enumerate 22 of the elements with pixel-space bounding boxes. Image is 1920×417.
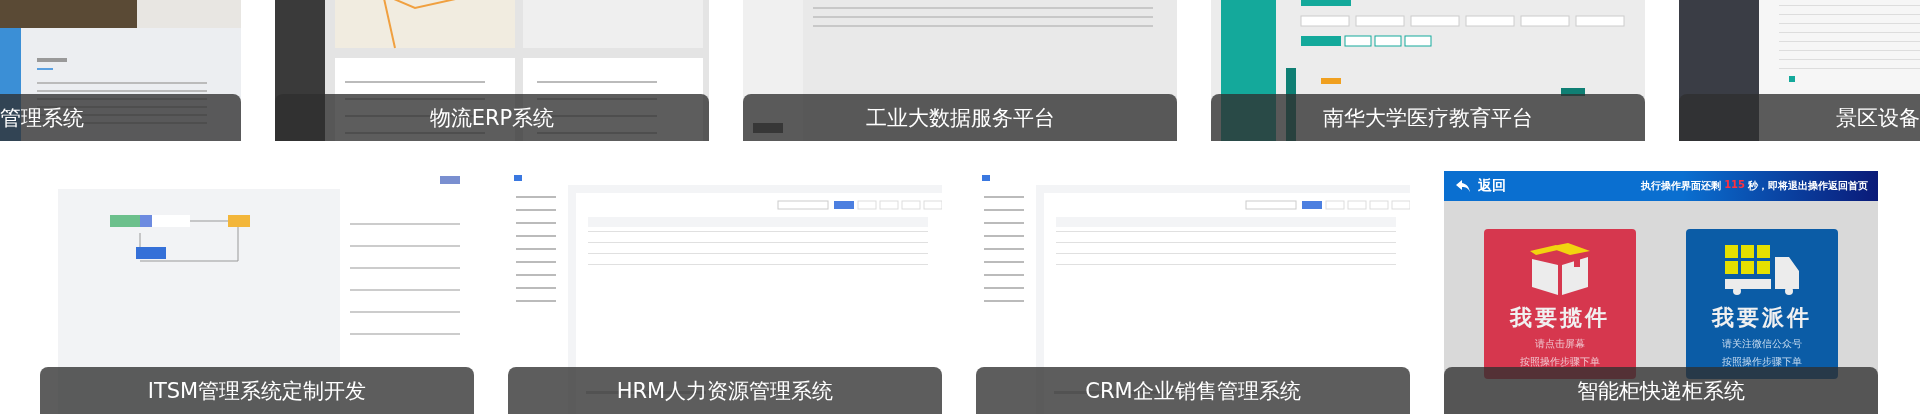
back-arrow-icon bbox=[1456, 180, 1470, 192]
tile-hint: 按照操作步骤下单 bbox=[1722, 355, 1802, 369]
timer-text: 秒，即将退出操作返回首页 bbox=[1748, 179, 1868, 193]
tile-title: 我要派件 bbox=[1712, 304, 1812, 332]
back-button[interactable]: 返回 bbox=[1456, 177, 1506, 195]
project-caption: HRM人力资源管理系统 bbox=[508, 367, 942, 414]
project-caption: 管理系统 bbox=[0, 94, 241, 141]
box-icon bbox=[1528, 243, 1592, 295]
tile-hint: 请点击屏幕 bbox=[1535, 337, 1585, 351]
project-caption: ITSM管理系统定制开发 bbox=[40, 367, 474, 414]
tile-title: 我要揽件 bbox=[1510, 304, 1610, 332]
project-caption: CRM企业销售管理系统 bbox=[976, 367, 1410, 414]
project-caption: 工业大数据服务平台 bbox=[743, 94, 1177, 141]
project-caption: 智能柜快递柜系统 bbox=[1444, 367, 1878, 414]
timer-text: 执行操作界面还剩 bbox=[1641, 179, 1722, 193]
countdown-number: 115 bbox=[1724, 179, 1745, 192]
project-caption: 景区设备 bbox=[1679, 94, 1920, 141]
delivery-truck-icon bbox=[1723, 243, 1801, 295]
tile-hint: 请关注微信公众号 bbox=[1722, 337, 1802, 351]
project-caption: 物流ERP系统 bbox=[275, 94, 709, 141]
tile-hint: 按照操作步骤下单 bbox=[1520, 355, 1600, 369]
project-caption: 南华大学医疗教育平台 bbox=[1211, 94, 1645, 141]
